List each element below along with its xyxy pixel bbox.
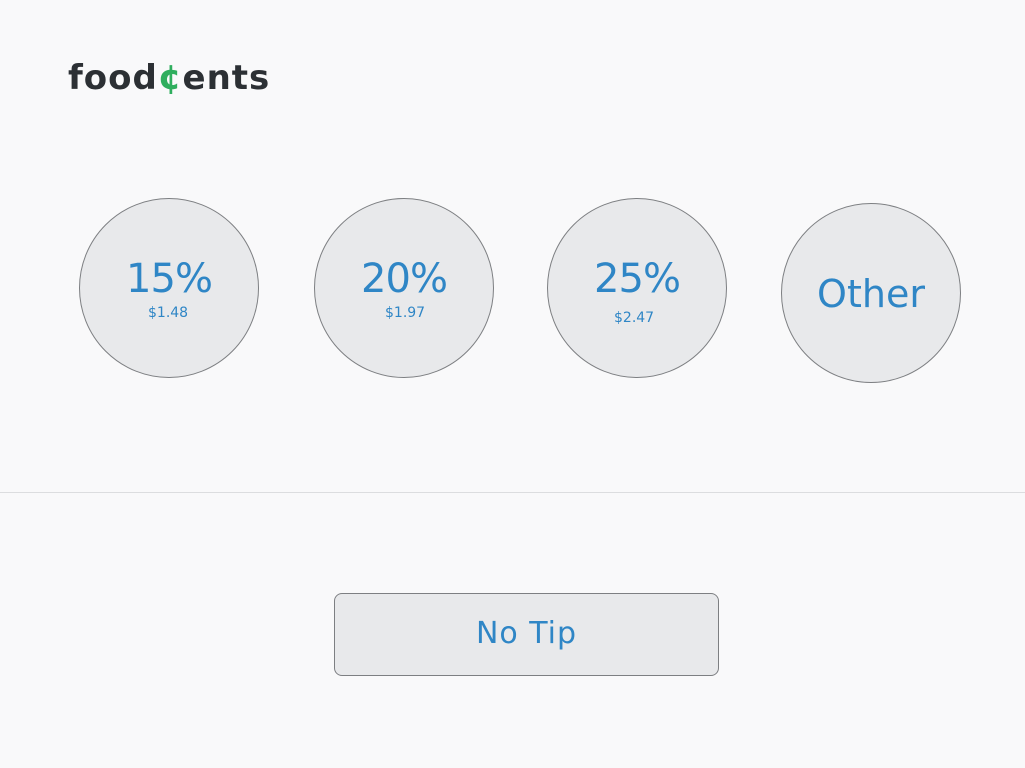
tip-amount-label: $1.97 (385, 305, 426, 321)
no-tip-label: No Tip (475, 616, 578, 651)
tip-amount-label: $1.48 (148, 305, 189, 321)
tip-other-label: Other (817, 272, 925, 316)
tip-percent-label: 25% (594, 256, 681, 302)
section-divider (0, 492, 1025, 493)
logo-text-ents: ents (182, 58, 271, 98)
tip-option-other-button[interactable]: Other (781, 203, 961, 383)
tip-percent-label: 15% (126, 256, 213, 302)
tip-amount-label: $2.47 (614, 310, 655, 326)
logo-text-food: food (68, 58, 158, 98)
no-tip-button[interactable]: No Tip (334, 593, 719, 676)
tip-option-15-button[interactable]: 15% $1.48 (79, 198, 259, 378)
tip-option-20-button[interactable]: 20% $1.97 (314, 198, 494, 378)
logo-cent-icon: ¢ (157, 58, 183, 98)
foodcents-logo: food¢ents (68, 58, 270, 98)
tip-percent-label: 20% (361, 256, 448, 302)
tip-option-25-button[interactable]: 25% $2.47 (547, 198, 727, 378)
